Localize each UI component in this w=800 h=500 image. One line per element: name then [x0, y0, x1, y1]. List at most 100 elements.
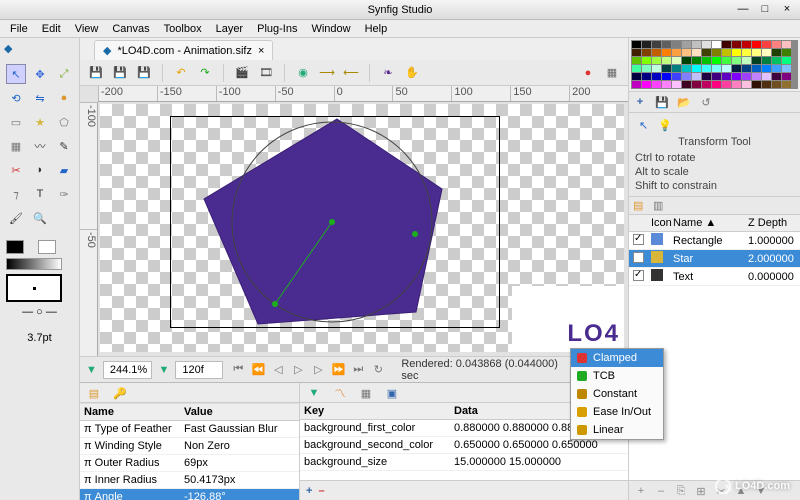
palette-swatch[interactable]	[642, 81, 651, 88]
palette-swatch[interactable]	[742, 65, 751, 72]
palette-swatch[interactable]	[782, 81, 791, 88]
palette-swatch[interactable]	[712, 65, 721, 72]
palette-swatch[interactable]	[732, 81, 741, 88]
palette-swatch[interactable]	[752, 49, 761, 56]
seek-prev-button[interactable]: ◁	[269, 361, 287, 379]
canvas-area[interactable]: -200-150-100-50050100150200 -100-50 LO4	[80, 86, 628, 356]
palette-swatch[interactable]	[752, 41, 761, 48]
palette-swatch[interactable]	[682, 41, 691, 48]
hand-button[interactable]: ✋	[402, 63, 422, 83]
layer-visible-checkbox[interactable]	[633, 252, 644, 263]
layers-tab-icon[interactable]: ▤	[633, 199, 647, 213]
palette-swatch[interactable]	[762, 65, 771, 72]
palette-swatch[interactable]	[652, 57, 661, 64]
palette-swatch[interactable]	[642, 41, 651, 48]
redo-button[interactable]: ↷	[195, 63, 215, 83]
render-button[interactable]: 🎬	[232, 63, 252, 83]
palette-swatch[interactable]	[732, 65, 741, 72]
col-zdepth[interactable]: Z Depth	[744, 215, 800, 231]
param-row[interactable]: π Angle-126.88°	[80, 489, 299, 500]
load-palette-button[interactable]: 📂	[677, 95, 691, 109]
add-meta-button[interactable]: +	[306, 485, 312, 497]
palette-swatch[interactable]	[702, 73, 711, 80]
param-row[interactable]: π Inner Radius50.4173px	[80, 472, 299, 489]
interp-linear[interactable]: Linear	[571, 421, 663, 439]
circle-tool[interactable]: ●	[54, 88, 74, 108]
palette-swatch[interactable]	[752, 81, 761, 88]
palette-swatch[interactable]	[692, 81, 701, 88]
menu-help[interactable]: Help	[359, 21, 394, 37]
palette-swatch[interactable]	[782, 65, 791, 72]
param-row[interactable]: π Outer Radius69px	[80, 455, 299, 472]
palette-swatch[interactable]	[782, 49, 791, 56]
palette-swatch[interactable]	[782, 73, 791, 80]
seek-next-kf-button[interactable]: ⏩	[329, 361, 347, 379]
palette-swatch[interactable]	[632, 57, 641, 64]
palette-swatch[interactable]	[722, 73, 731, 80]
default-palette-button[interactable]: ↺	[699, 95, 713, 109]
col-name[interactable]: Name	[80, 404, 180, 420]
col-key[interactable]: Key	[300, 403, 450, 419]
scale-tool[interactable]: ⤢	[54, 64, 74, 84]
palette-swatch[interactable]	[722, 65, 731, 72]
palette-swatch[interactable]	[652, 73, 661, 80]
palette-swatch[interactable]	[742, 81, 751, 88]
col-value[interactable]: Value	[180, 404, 299, 420]
palette-swatch[interactable]	[772, 49, 781, 56]
layer-add-button[interactable]: +	[633, 483, 649, 499]
palette-swatch[interactable]	[652, 81, 661, 88]
add-color-button[interactable]: +	[633, 95, 647, 109]
stroke-width-value[interactable]: 3.7pt	[6, 332, 73, 344]
onion-prev-button[interactable]: ◉	[293, 63, 313, 83]
layer-row[interactable]: Rectangle1.000000	[629, 232, 800, 250]
zoom-tool[interactable]: 🔍	[30, 208, 50, 228]
palette-swatch[interactable]	[752, 65, 761, 72]
saveall-button[interactable]: 💾	[134, 63, 154, 83]
palette-swatch[interactable]	[732, 41, 741, 48]
play-button[interactable]: ▷	[289, 361, 307, 379]
save-button[interactable]: 💾	[86, 63, 106, 83]
palette-swatch[interactable]	[782, 41, 791, 48]
palette-swatch[interactable]	[642, 73, 651, 80]
center-handle[interactable]	[329, 219, 335, 225]
text-layer-preview[interactable]: LO4	[512, 286, 624, 352]
interp-ease-in-out[interactable]: Ease In/Out	[571, 403, 663, 421]
palette-swatch[interactable]	[762, 73, 771, 80]
palette-swatch[interactable]	[722, 49, 731, 56]
palette-swatch[interactable]	[682, 81, 691, 88]
palette-swatch[interactable]	[662, 65, 671, 72]
palette-swatch[interactable]	[632, 65, 641, 72]
minimize-button[interactable]: —	[736, 2, 750, 16]
palette-swatch[interactable]	[672, 41, 681, 48]
palette-swatch[interactable]	[752, 57, 761, 64]
menu-window[interactable]: Window	[305, 21, 356, 37]
layer-dup-button[interactable]: ⎘	[673, 483, 689, 499]
palette-swatch[interactable]	[652, 65, 661, 72]
palette-swatch[interactable]	[642, 49, 651, 56]
fill-tool[interactable]: ▰	[54, 160, 74, 180]
palette-swatch[interactable]	[672, 57, 681, 64]
menu-canvas[interactable]: Canvas	[106, 21, 155, 37]
param-value[interactable]: Fast Gaussian Blur	[180, 421, 299, 437]
layer-row[interactable]: Text0.000000	[629, 268, 800, 286]
palette-swatch[interactable]	[692, 49, 701, 56]
palette-swatch[interactable]	[742, 41, 751, 48]
palette-swatch[interactable]	[692, 73, 701, 80]
palette-swatch[interactable]	[662, 57, 671, 64]
track-row[interactable]: background_size15.000000 15.000000	[300, 454, 628, 471]
palette-swatch[interactable]	[672, 49, 681, 56]
palette-swatch[interactable]	[742, 49, 751, 56]
menu-toolbox[interactable]: Toolbox	[158, 21, 208, 37]
palette-swatch[interactable]	[722, 57, 731, 64]
param-row[interactable]: π Type of FeatherFast Gaussian Blur	[80, 421, 299, 438]
palette-swatch[interactable]	[682, 73, 691, 80]
palette-swatch[interactable]	[632, 81, 641, 88]
palette-swatch[interactable]	[652, 41, 661, 48]
undo-button[interactable]: ↶	[171, 63, 191, 83]
palette-swatch[interactable]	[752, 73, 761, 80]
zoom-field[interactable]: 244.1%	[103, 361, 153, 379]
col-icon[interactable]: Icon	[647, 215, 669, 231]
param-value[interactable]: 69px	[180, 455, 299, 471]
radius-handle[interactable]	[412, 231, 418, 237]
preview-button[interactable]: 🎞	[256, 63, 276, 83]
